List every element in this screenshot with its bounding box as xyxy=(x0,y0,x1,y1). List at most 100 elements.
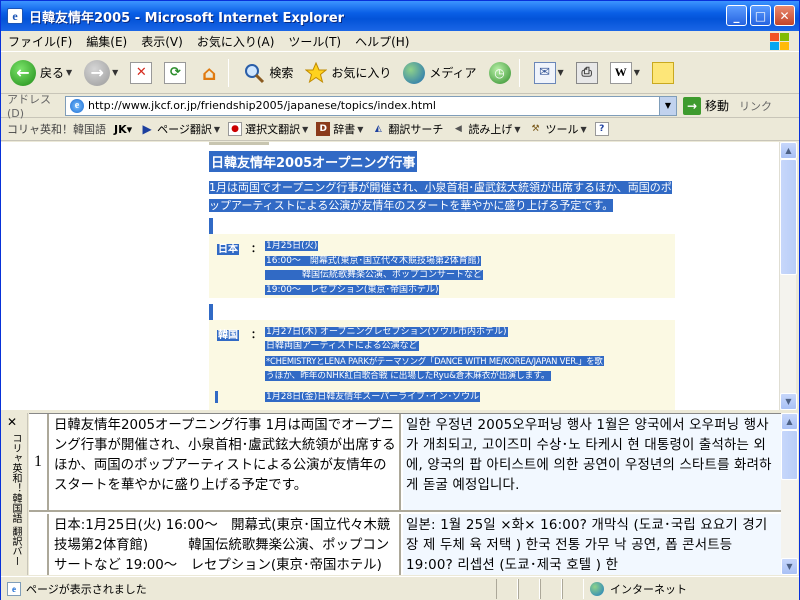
tools-label: ツール xyxy=(545,123,579,136)
selection-translate-dropdown-icon[interactable]: ▼ xyxy=(302,125,308,134)
search-button[interactable]: 検索 xyxy=(240,56,296,90)
note-button[interactable] xyxy=(649,56,677,90)
row-number: 1 xyxy=(29,414,49,510)
help-button[interactable]: ? xyxy=(594,122,612,136)
back-label: 戻る xyxy=(40,66,65,80)
read-aloud-dropdown-icon[interactable]: ▼ xyxy=(514,125,520,134)
translate-search-button[interactable]: ◭ 翻訳サーチ xyxy=(371,121,443,137)
menu-tools[interactable]: ツール(T) xyxy=(281,33,348,50)
scroll-down-icon[interactable]: ▼ xyxy=(780,393,797,410)
home-button[interactable]: ⌂ xyxy=(195,56,223,90)
translation-scrollbar[interactable]: ▲ ▼ xyxy=(781,413,798,575)
page-title: 日韓友情年2005オープニング行事 xyxy=(209,151,418,172)
translated-korean-text[interactable]: 일한 우정년 2005오우퍼닝 행사 1월은 양국에서 오우퍼닝 행사가 개최되… xyxy=(403,414,781,510)
address-url[interactable]: http://www.jkcf.or.jp/friendship2005/jap… xyxy=(88,99,659,112)
japan-schedule: 日本 ： 1月25日(火) 16:00～ 開幕式(東京･国立代々木競技場第2体育… xyxy=(209,234,675,298)
scroll-up-icon[interactable]: ▲ xyxy=(781,413,798,430)
help-icon: ? xyxy=(594,122,609,136)
dictionary-dropdown-icon[interactable]: ▼ xyxy=(357,125,363,134)
zone-label: インターネット xyxy=(610,582,687,596)
scroll-thumb[interactable] xyxy=(781,430,798,480)
speaker-icon: ◀ xyxy=(454,124,462,134)
menu-bar: ファイル(F) 編集(E) 表示(V) お気に入り(A) ツール(T) ヘルプ(… xyxy=(1,31,799,52)
go-button[interactable]: → 移動 xyxy=(683,96,729,115)
close-button[interactable]: ✕ xyxy=(774,5,795,26)
status-panel xyxy=(518,578,540,599)
translation-pane: 1 日韓友情年2005オープニング行事 1月は両国でオープニング行事が開催され、… xyxy=(29,413,781,575)
forward-button[interactable]: → ▼ xyxy=(81,56,121,90)
menu-help[interactable]: ヘルプ(H) xyxy=(348,33,416,50)
stop-icon: ✕ xyxy=(130,61,153,84)
maximize-button[interactable]: □ xyxy=(750,5,771,26)
internet-globe-icon xyxy=(590,581,604,596)
menu-view[interactable]: 表示(V) xyxy=(134,33,190,50)
scroll-thumb[interactable] xyxy=(780,159,797,275)
history-clock-icon: ◷ xyxy=(488,61,511,84)
links-button[interactable]: リンク xyxy=(739,98,772,114)
japan-row: 19:00～ レセプション(東京･帝国ホテル) xyxy=(265,283,440,297)
scroll-up-icon[interactable]: ▲ xyxy=(780,142,797,159)
dictionary-button[interactable]: D 辞書 ▼ xyxy=(316,121,363,137)
address-input[interactable]: e http://www.jkcf.or.jp/friendship2005/j… xyxy=(65,95,677,116)
print-button[interactable]: ⎙ xyxy=(573,56,601,90)
scroll-down-icon[interactable]: ▼ xyxy=(781,558,798,575)
mail-envelope-icon: ✉ xyxy=(533,61,556,84)
selection-translate-label: 選択文翻訳 xyxy=(245,123,301,136)
media-button[interactable]: メディア xyxy=(400,56,479,90)
cut-off-header xyxy=(209,142,269,145)
refresh-button[interactable]: ⟳ xyxy=(161,56,189,90)
translated-korean-text[interactable]: 일본: 1월 25일 ×화× 16:00? 개막식 (도쿄･국립 요요기 경기장… xyxy=(403,514,781,575)
tools-button[interactable]: ⚒ ツール ▼ xyxy=(529,121,587,137)
stop-button[interactable]: ✕ xyxy=(127,56,155,90)
japan-row-text: 1月25日(火) xyxy=(265,241,319,251)
word-edit-icon: W xyxy=(609,61,632,84)
tools-dropdown-icon[interactable]: ▼ xyxy=(581,125,587,134)
menu-favorites[interactable]: お気に入り(A) xyxy=(190,33,282,50)
minimize-button[interactable]: _ xyxy=(726,5,747,26)
japan-row-text: 19:00～ レセプション(東京･帝国ホテル) xyxy=(265,285,440,295)
japan-country-text: 日本 xyxy=(217,244,239,255)
read-aloud-button[interactable]: ◀ 読み上げ ▼ xyxy=(451,121,521,137)
favorites-button[interactable]: お気に入り xyxy=(302,56,394,90)
back-arrow-icon: ← xyxy=(10,59,36,86)
japan-colon: ： xyxy=(251,244,261,255)
media-label: メディア xyxy=(429,66,477,80)
korea-row: *CHEMISTRYとLENA PARKがテーマソング「DANCE WITH M… xyxy=(265,354,604,368)
close-translation-bar-icon[interactable]: ✕ xyxy=(7,415,17,429)
go-arrow-icon: → xyxy=(683,96,701,115)
refresh-icon: ⟳ xyxy=(164,61,187,84)
edit-button[interactable]: W ▼ xyxy=(607,56,643,90)
japan-row-text: 16:00～ 開幕式(東京･国立代々木競技場第2体育館) xyxy=(265,256,482,266)
translation-row: 日本:1月25日(火) 16:00～ 開幕式(東京･国立代々木競技場第2体育館)… xyxy=(29,514,781,575)
japan-country-label: 日本 xyxy=(217,240,239,255)
jk-button[interactable]: JK▾ xyxy=(114,123,132,136)
page-translate-button[interactable]: ▶ ページ翻訳 ▼ xyxy=(140,121,221,137)
japan-row: 16:00～ 開幕式(東京･国立代々木競技場第2体育館) xyxy=(265,254,482,268)
korea-row-text: 1月27日(木) オープニングレセプション(ソウル市内ホテル) xyxy=(265,327,508,337)
favorites-star-icon xyxy=(305,61,328,83)
forward-dropdown-icon[interactable]: ▼ xyxy=(112,68,118,77)
address-dropdown-icon[interactable]: ▼ xyxy=(659,96,676,115)
dictionary-icon: D xyxy=(316,122,331,136)
back-dropdown-icon[interactable]: ▼ xyxy=(66,68,72,77)
menu-edit[interactable]: 編集(E) xyxy=(79,33,134,50)
japan-row: 1月25日(火) xyxy=(265,239,319,253)
source-japanese-text[interactable]: 日韓友情年2005オープニング行事 1月は両国でオープニング行事が開催され、小泉… xyxy=(51,414,401,510)
source-japanese-text[interactable]: 日本:1月25日(火) 16:00～ 開幕式(東京･国立代々木競技場第2体育館)… xyxy=(51,514,401,575)
ie-page-icon[interactable]: e xyxy=(7,8,23,24)
menu-file[interactable]: ファイル(F) xyxy=(1,33,79,50)
edit-dropdown-icon[interactable]: ▼ xyxy=(634,68,640,77)
page-icon: e xyxy=(70,98,84,113)
back-button[interactable]: ← 戻る ▼ xyxy=(7,56,75,90)
selection-translate-button[interactable]: ● 選択文翻訳 ▼ xyxy=(228,121,308,137)
mail-button[interactable]: ✉ ▼ xyxy=(531,56,567,90)
web-content: 日韓友情年2005オープニング行事 1月は両国でオープニング行事が開催され、小泉… xyxy=(11,142,779,410)
home-icon: ⌂ xyxy=(202,60,217,85)
page-scrollbar[interactable]: ▲ ▼ xyxy=(779,142,797,410)
history-button[interactable]: ◷ xyxy=(486,56,514,90)
page-translate-dropdown-icon[interactable]: ▼ xyxy=(214,125,220,134)
mail-dropdown-icon[interactable]: ▼ xyxy=(558,68,564,77)
translate-search-icon: ◭ xyxy=(374,124,382,134)
status-bar: e ページが表示されました インターネット xyxy=(1,576,799,600)
address-bar: アドレス(D) e http://www.jkcf.or.jp/friendsh… xyxy=(1,93,799,120)
